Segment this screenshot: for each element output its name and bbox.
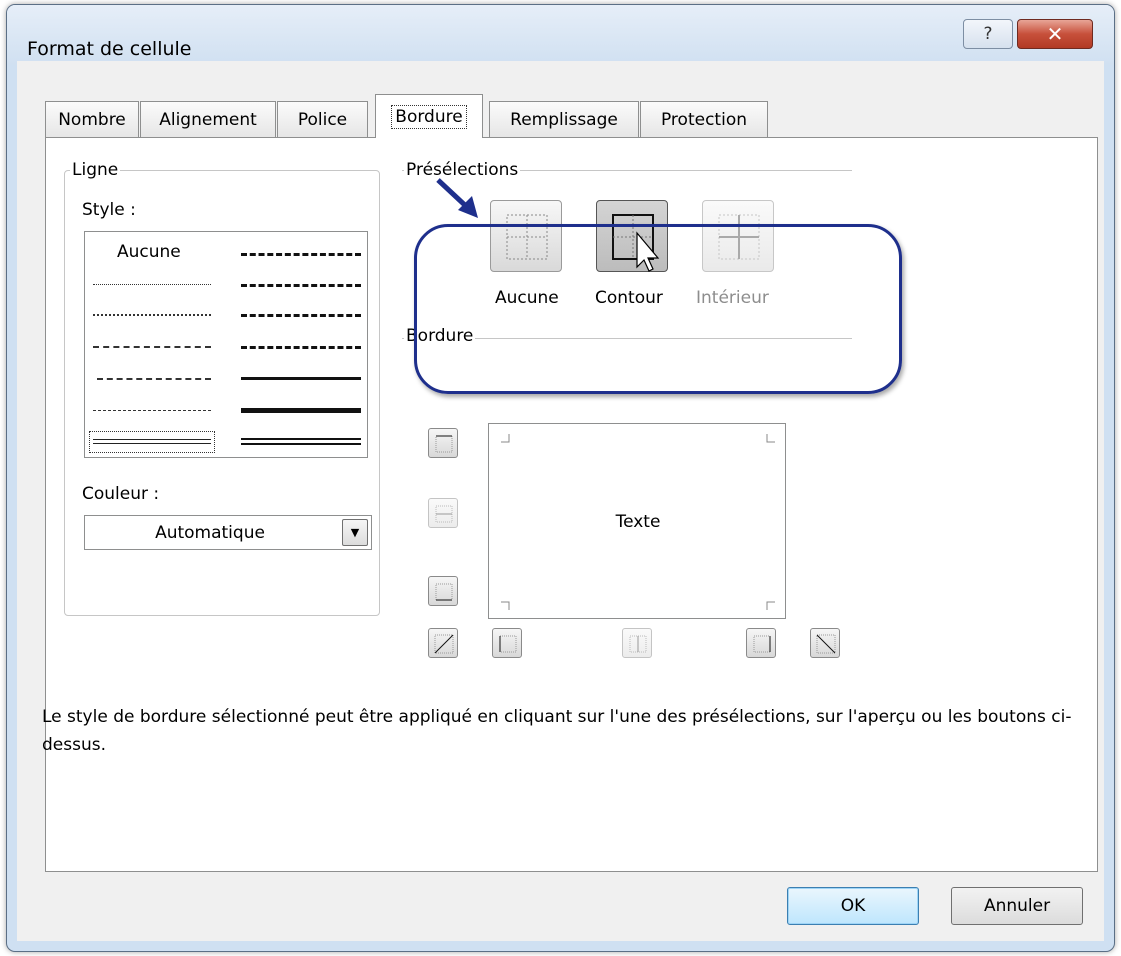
close-icon: ✕ bbox=[1046, 22, 1064, 46]
dialog-client-area: Nombre Alignement Police Bordure Remplis… bbox=[17, 61, 1104, 941]
line-style-medium[interactable] bbox=[241, 377, 361, 380]
preset-outline-label: Contour bbox=[595, 288, 663, 308]
border-left-button[interactable] bbox=[492, 628, 522, 658]
preset-inside-icon bbox=[718, 214, 760, 260]
tab-remplissage[interactable]: Remplissage bbox=[489, 101, 639, 137]
preset-none-label: Aucune bbox=[495, 288, 559, 308]
diagonal-down-icon bbox=[816, 634, 836, 654]
tab-police[interactable]: Police bbox=[277, 101, 368, 137]
line-style-dotted[interactable] bbox=[93, 314, 211, 316]
border-inside-horizontal-icon bbox=[435, 505, 453, 523]
border-diagonal-down-button[interactable] bbox=[810, 628, 840, 658]
border-left-icon bbox=[499, 635, 517, 653]
line-style-medium-dashed[interactable] bbox=[241, 346, 361, 349]
preset-none-icon bbox=[506, 214, 548, 260]
line-style-slant-dash-dot[interactable] bbox=[241, 284, 361, 287]
tab-protection[interactable]: Protection bbox=[640, 101, 768, 137]
dialog-title: Format de cellule bbox=[27, 38, 192, 60]
border-legend: Bordure bbox=[404, 326, 476, 346]
tab-nombre[interactable]: Nombre bbox=[45, 101, 139, 137]
color-dropdown[interactable]: Automatique ▼ bbox=[84, 515, 372, 550]
chevron-down-icon[interactable]: ▼ bbox=[342, 519, 368, 546]
preset-none-button[interactable] bbox=[490, 200, 562, 272]
line-style-thick[interactable] bbox=[241, 408, 361, 413]
preset-outline-button[interactable] bbox=[596, 200, 668, 272]
line-style-thin-double[interactable] bbox=[93, 439, 211, 444]
line-style-dashed[interactable] bbox=[93, 410, 211, 411]
help-text: Le style de bordure sélectionné peut êtr… bbox=[42, 707, 1072, 755]
preset-inside-label: Intérieur bbox=[696, 288, 769, 308]
border-bottom-icon bbox=[435, 583, 453, 601]
color-dropdown-value: Automatique bbox=[155, 523, 265, 543]
border-inside-vertical-icon bbox=[629, 635, 647, 653]
line-style-double[interactable] bbox=[241, 438, 361, 445]
border-right-icon bbox=[753, 635, 771, 653]
border-bottom-button[interactable] bbox=[428, 576, 458, 606]
close-button[interactable]: ✕ bbox=[1017, 19, 1093, 49]
dialog-window: Format de cellule ? ✕ Nombre Alignement … bbox=[6, 4, 1115, 952]
line-style-list[interactable]: Aucune bbox=[84, 231, 368, 458]
tab-panel-bordure: Ligne Style : Aucune Couleur : Automatiq… bbox=[42, 137, 1098, 872]
ok-button[interactable]: OK bbox=[787, 887, 919, 925]
line-style-dash-dot-dot[interactable] bbox=[93, 346, 211, 348]
border-right-button[interactable] bbox=[746, 628, 776, 658]
tab-alignement[interactable]: Alignement bbox=[140, 101, 276, 137]
border-preview[interactable]: Texte bbox=[488, 423, 786, 619]
line-style-hair[interactable] bbox=[93, 284, 211, 285]
cancel-button[interactable]: Annuler bbox=[951, 887, 1083, 925]
diagonal-up-icon bbox=[434, 634, 454, 654]
style-label: Style : bbox=[82, 200, 136, 220]
annotation-arrow-icon bbox=[436, 178, 478, 218]
preset-inside-button[interactable] bbox=[702, 200, 774, 272]
color-label: Couleur : bbox=[82, 484, 160, 504]
line-style-medium-dash-dot[interactable] bbox=[241, 314, 361, 317]
line-group-legend: Ligne bbox=[70, 160, 121, 180]
border-inside-vertical-button[interactable] bbox=[622, 628, 652, 658]
border-top-icon bbox=[435, 435, 453, 453]
border-inside-horizontal-button[interactable] bbox=[428, 498, 458, 528]
help-icon: ? bbox=[983, 24, 993, 44]
line-style-none[interactable]: Aucune bbox=[117, 242, 181, 262]
border-top-button[interactable] bbox=[428, 428, 458, 458]
line-style-dash-dot[interactable] bbox=[97, 378, 211, 380]
help-button[interactable]: ? bbox=[963, 19, 1013, 49]
tab-bordure[interactable]: Bordure bbox=[375, 94, 483, 138]
preview-text: Texte bbox=[615, 512, 661, 532]
line-style-medium-dash-dot-dot[interactable] bbox=[241, 253, 361, 256]
border-diagonal-up-button[interactable] bbox=[428, 628, 458, 658]
preset-outline-icon bbox=[612, 214, 660, 272]
